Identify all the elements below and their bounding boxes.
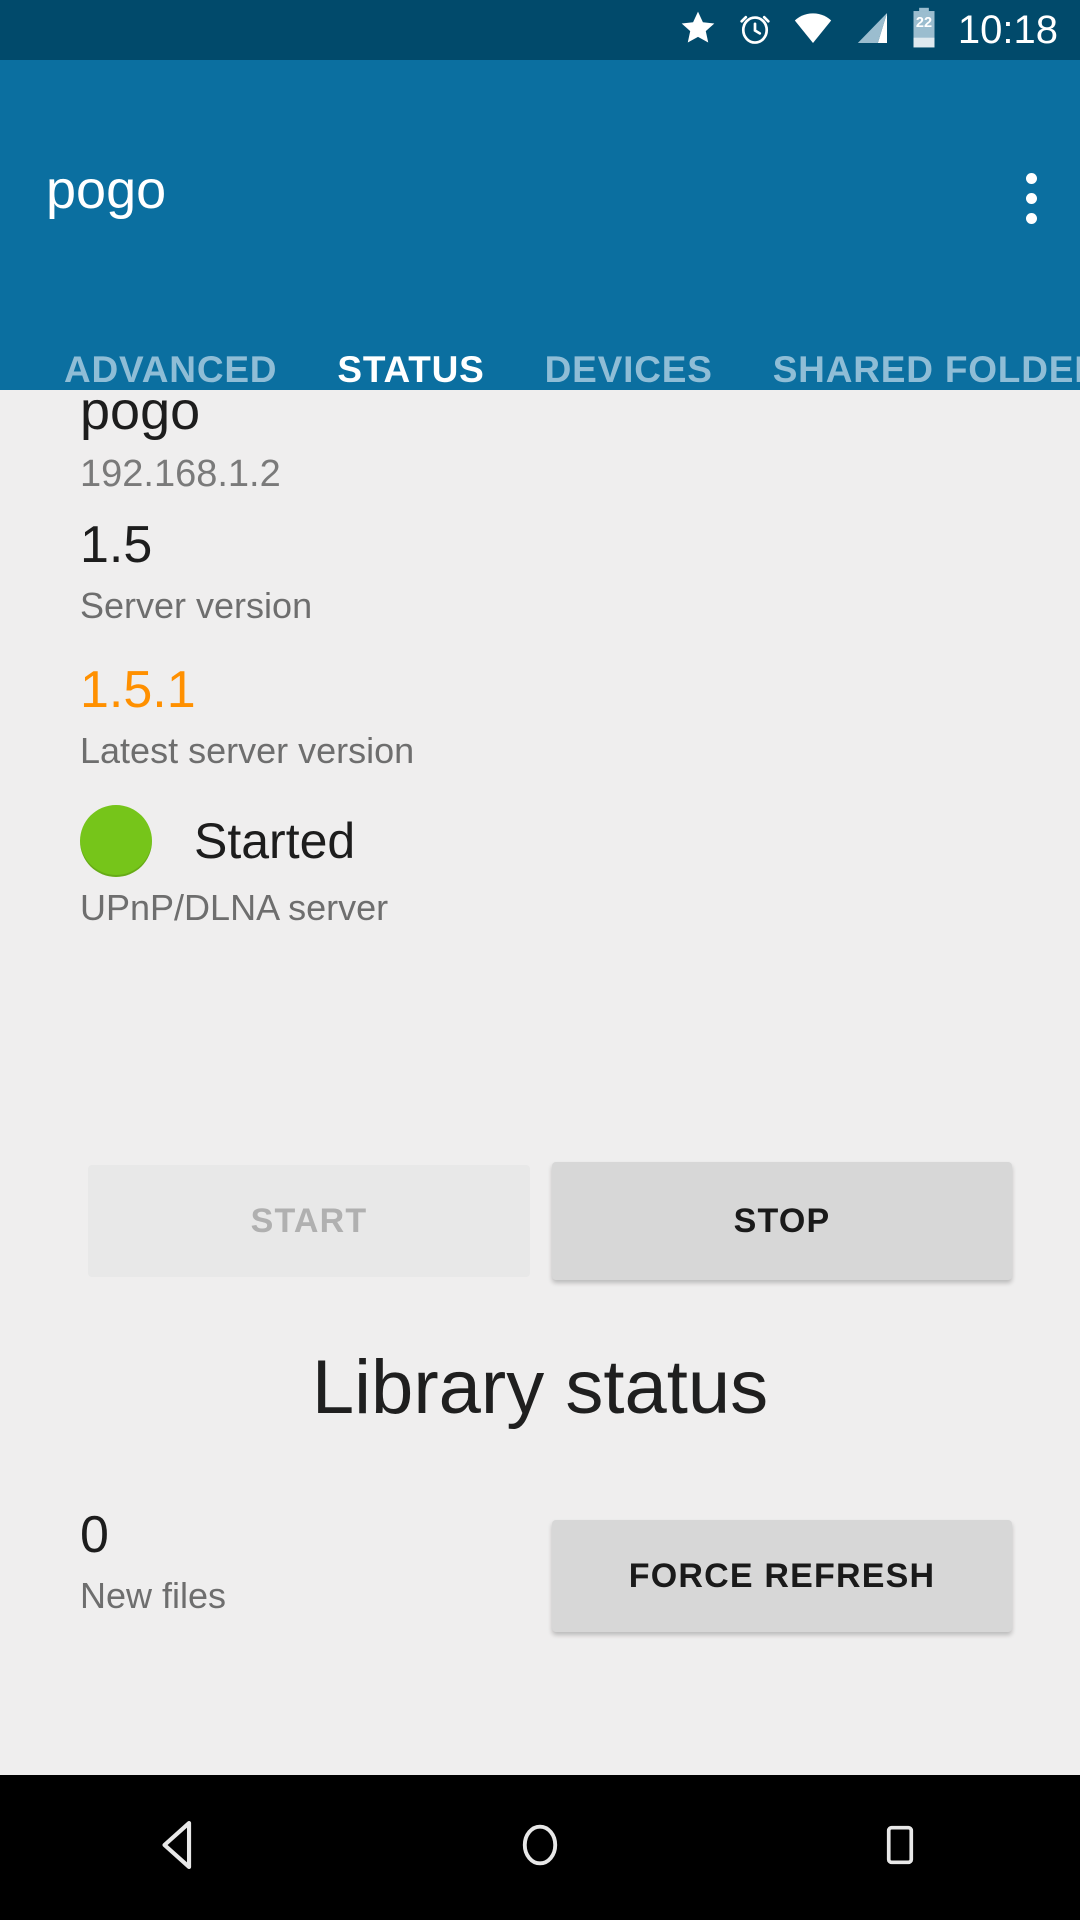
app-title: pogo xyxy=(46,160,167,220)
overflow-dot-2 xyxy=(1025,192,1037,204)
server-version-block: 1.5 Server version xyxy=(80,515,312,629)
new-files-count: 0 xyxy=(80,1506,109,1564)
battery-icon: 22 xyxy=(910,7,938,54)
library-status-heading: Library status xyxy=(311,1345,769,1430)
latest-version-label: Latest server version xyxy=(80,730,415,771)
recents-icon xyxy=(874,1819,926,1876)
signal-icon xyxy=(852,8,892,53)
overflow-dot-1 xyxy=(1025,172,1037,184)
server-state-label: UPnP/DLNA server xyxy=(80,887,389,928)
system-navigation-bar xyxy=(0,1775,1080,1920)
server-state-value: Started xyxy=(194,813,356,869)
status-bar: 22 10:18 xyxy=(0,0,1080,60)
start-button[interactable]: START xyxy=(88,1165,530,1277)
home-icon xyxy=(511,1816,569,1879)
status-bar-clock: 10:18 xyxy=(957,8,1058,52)
nav-home-button[interactable] xyxy=(450,1775,630,1920)
stop-button[interactable]: STOP xyxy=(552,1162,1012,1280)
wifi-icon xyxy=(792,8,834,53)
server-version-value: 1.5 xyxy=(80,516,153,574)
overflow-dot-3 xyxy=(1025,212,1037,224)
host-info-block: pogo 192.168.1.2 xyxy=(80,380,281,498)
host-name: pogo xyxy=(80,381,201,441)
latest-version-block: 1.5.1 Latest server version xyxy=(80,660,414,774)
back-icon xyxy=(149,1814,211,1881)
nav-back-button[interactable] xyxy=(90,1775,270,1920)
alarm-icon xyxy=(736,9,774,52)
nav-recents-button[interactable] xyxy=(810,1775,990,1920)
app-bar: pogo ADVANCED STATUS DEVICES SHARED FOLD… xyxy=(0,60,1080,448)
server-state-row: Started xyxy=(80,805,388,877)
server-version-label: Server version xyxy=(80,585,313,626)
host-address: 192.168.1.2 xyxy=(80,453,281,495)
latest-version-value: 1.5.1 xyxy=(80,661,196,719)
status-bar-icons: 22 xyxy=(678,7,938,54)
server-status-dot-icon xyxy=(80,805,152,877)
star-icon xyxy=(678,8,718,53)
server-state-block: Started UPnP/DLNA server xyxy=(80,805,388,931)
new-files-block: 0 New files xyxy=(80,1505,226,1619)
new-files-label: New files xyxy=(80,1575,227,1616)
force-refresh-button[interactable]: FORCE REFRESH xyxy=(552,1520,1012,1632)
android-screen: 22 10:18 pogo ADVANCED STATUS DEVICES SH… xyxy=(0,0,1080,1920)
battery-level-text: 22 xyxy=(916,15,932,31)
overflow-menu-icon[interactable] xyxy=(1006,168,1056,228)
